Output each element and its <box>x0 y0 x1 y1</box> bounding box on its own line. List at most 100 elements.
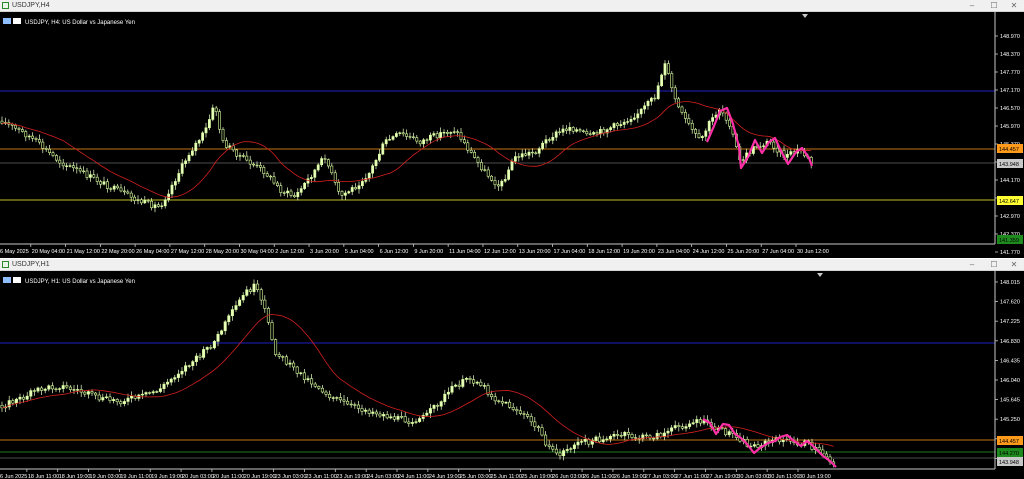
candle-body <box>324 391 328 395</box>
chart-shift-marker[interactable] <box>817 273 823 277</box>
candle-body <box>544 139 548 144</box>
minimize-button[interactable]: – <box>964 0 980 12</box>
time-scale[interactable]: 16 Jun 2025 18 Jun 11:00 18 Jun 19:00 19 Ju… <box>0 469 831 479</box>
candle-body <box>630 434 634 438</box>
candle-body <box>153 204 157 209</box>
candle-body <box>309 177 313 179</box>
candle-body <box>313 169 317 178</box>
candle-body <box>252 163 256 166</box>
candle-body <box>374 411 378 415</box>
candle-body <box>357 185 361 190</box>
candle-body <box>493 396 497 402</box>
candle-body <box>97 394 101 401</box>
close-button[interactable]: ✕ <box>1006 0 1022 12</box>
candle-body <box>155 391 159 393</box>
candle-body <box>129 192 133 198</box>
candle-body <box>95 176 99 182</box>
chart-type-icon <box>3 18 11 24</box>
price-tag-green-text: 144.270 <box>999 451 1019 457</box>
candle-body <box>821 449 825 455</box>
candle-body <box>503 179 507 182</box>
candle-body <box>500 401 504 404</box>
candle-body <box>432 133 436 136</box>
candle-body <box>126 397 130 402</box>
time-tick-label: 30 Jun 11:00 <box>768 474 799 479</box>
price-tag-yellow-text: 142.647 <box>999 199 1019 205</box>
candle-body <box>422 139 426 145</box>
candle-body <box>425 412 429 416</box>
candle-body <box>374 159 378 167</box>
time-tick-label: 24 Jun 03:00 <box>367 474 399 479</box>
chart-window-h1[interactable]: USDJPY,H1 – ☐ ✕ USDJPY, H1: US Dollar vs… <box>0 259 1024 479</box>
candle-body <box>212 341 216 349</box>
maximize-button[interactable]: ☐ <box>986 259 1002 271</box>
chart-shift-marker[interactable] <box>802 14 808 18</box>
candle-body <box>54 388 58 390</box>
candle-body <box>340 190 344 196</box>
candle-body <box>612 123 616 128</box>
candle-body <box>106 181 109 189</box>
candle-body <box>209 347 213 349</box>
candle-body <box>272 176 276 184</box>
time-tick-label: 2 Jun 12:00 <box>275 249 304 255</box>
candle-body <box>115 399 119 403</box>
candle-body <box>180 370 184 375</box>
candle-body <box>576 441 580 446</box>
candle-body <box>198 355 202 358</box>
candle-body <box>289 190 293 196</box>
candle-body <box>469 149 473 153</box>
candle-body <box>462 139 466 144</box>
candle-body <box>644 434 648 437</box>
minimize-button[interactable]: – <box>964 259 980 271</box>
candle-body <box>547 139 551 141</box>
price-chart[interactable]: USDJPY, H4: US Dollar vs Japanese Yen 14… <box>0 12 1024 258</box>
candle-body <box>595 132 599 135</box>
candle-body <box>108 396 112 401</box>
time-tick-label: 19 Jun 20:00 <box>623 249 655 255</box>
price-scale[interactable]: 148.015 147.620 147.225 146.830 146.435 146.0… <box>995 280 1020 462</box>
candle-body <box>490 394 494 397</box>
candle-body <box>568 127 572 131</box>
candle-body <box>598 129 602 135</box>
time-tick-label: 13 Jun 20:00 <box>519 249 551 255</box>
candle-body <box>588 133 592 135</box>
close-button[interactable]: ✕ <box>1006 259 1022 271</box>
candle-body <box>221 128 225 141</box>
candle-body <box>65 385 69 388</box>
candle-body <box>191 150 194 156</box>
window-titlebar[interactable]: USDJPY,H4 – ☐ ✕ <box>0 0 1024 12</box>
candle-body <box>194 355 198 362</box>
chart-window-h4[interactable]: USDJPY,H4 – ☐ ✕ USDJPY, H4: US Dollar vs… <box>0 0 1024 258</box>
candle-body <box>337 182 341 192</box>
candle-body <box>636 113 640 119</box>
candle-body <box>20 129 24 132</box>
candle-body <box>320 387 324 393</box>
candle-body <box>639 108 643 115</box>
candle-body <box>541 142 545 149</box>
time-tick-label: 26 Jun 03:00 <box>552 474 584 479</box>
pattern-drawing[interactable] <box>705 106 814 170</box>
candle-body <box>204 127 208 134</box>
candle-body <box>551 446 555 450</box>
candle-body <box>92 174 96 178</box>
time-scale[interactable]: 16 May 2025 20 May 04:00 21 May 12:00 22 Ma… <box>0 244 829 255</box>
candle-body <box>148 392 152 394</box>
candle-body <box>187 154 191 162</box>
candle-body <box>626 432 630 435</box>
candle-body <box>449 132 453 134</box>
candle-body <box>439 132 443 139</box>
candle-body <box>396 416 400 420</box>
candle-body <box>530 151 534 154</box>
candle-body <box>323 158 327 160</box>
candle-body <box>177 173 181 182</box>
price-tick-label: 145.970 <box>1000 124 1020 130</box>
price-chart[interactable]: USDJPY, H1: US Dollar vs Japanese Yen 14… <box>0 271 1024 479</box>
candle-body <box>119 187 123 192</box>
candle-body <box>673 87 677 100</box>
candle-body <box>670 427 674 432</box>
candle-body <box>72 165 75 169</box>
candle-body <box>248 159 252 165</box>
candle-body <box>169 378 173 383</box>
maximize-button[interactable]: ☐ <box>986 0 1002 12</box>
window-titlebar[interactable]: USDJPY,H1 – ☐ ✕ <box>0 259 1024 271</box>
